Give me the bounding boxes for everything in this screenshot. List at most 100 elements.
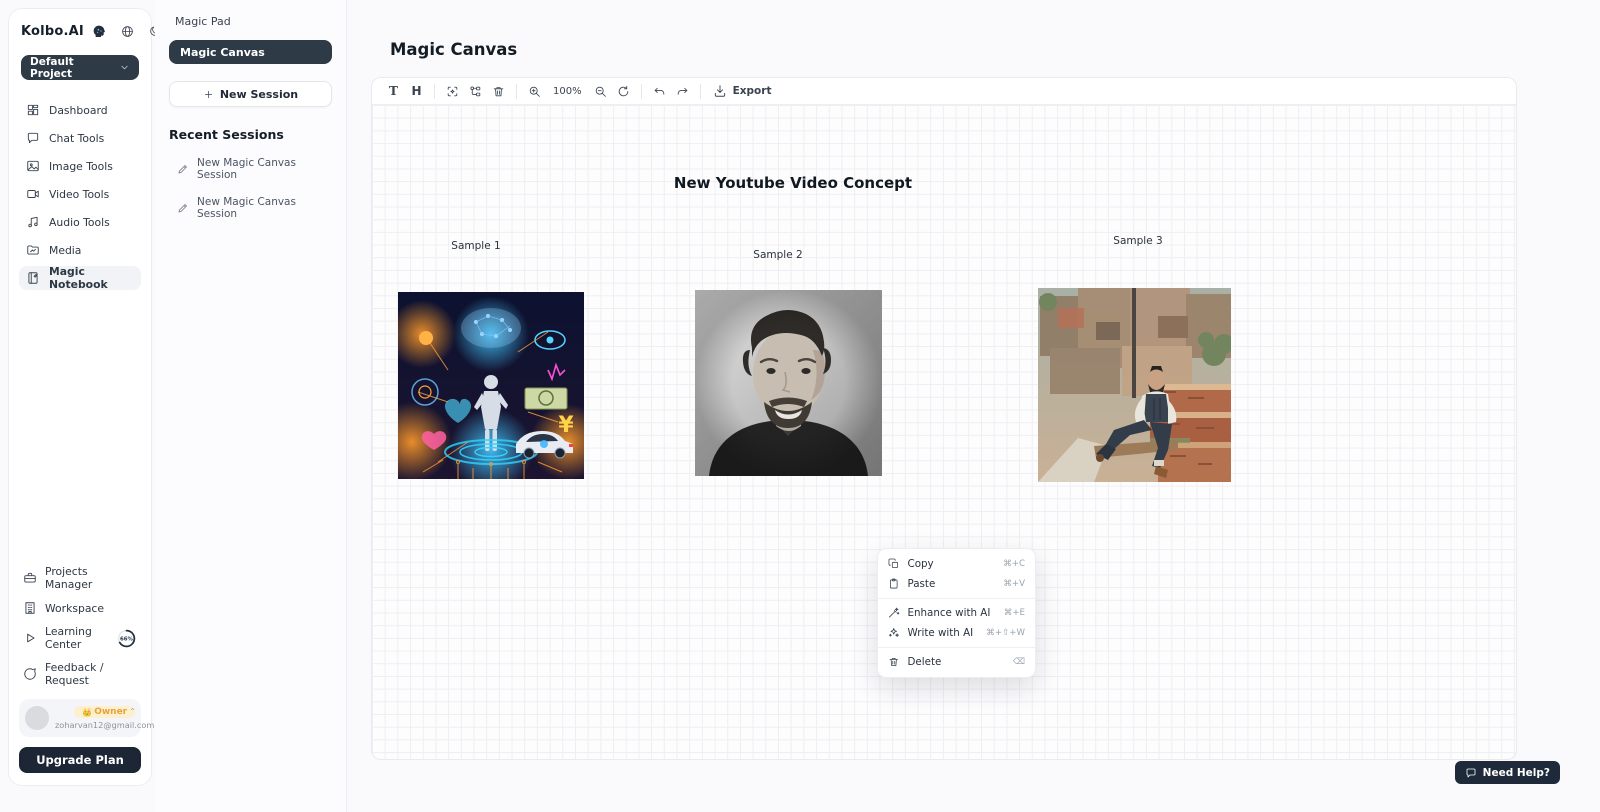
recent-session-item[interactable]: New Magic Canvas Session: [169, 157, 332, 181]
sidebar-item-media[interactable]: Media: [19, 238, 141, 262]
upgrade-plan-button[interactable]: Upgrade Plan: [19, 747, 141, 773]
chat-bubble-icon: [26, 131, 40, 145]
zoom-in-button[interactable]: [523, 81, 546, 102]
export-button[interactable]: Export: [707, 84, 778, 98]
image-icon: [26, 159, 40, 173]
sample-2-image[interactable]: [695, 290, 882, 476]
sidebar-item-learning-center[interactable]: Learning Center 66%: [19, 625, 141, 651]
svg-text:66%: 66%: [120, 636, 134, 642]
reset-view-button[interactable]: [612, 81, 635, 102]
magic-pad-item[interactable]: Magic Pad: [169, 15, 332, 28]
logo-row: Kolbo.AI: [19, 23, 141, 39]
magic-canvas-item-selected[interactable]: Magic Canvas: [169, 40, 332, 64]
music-note-icon: [26, 215, 40, 229]
chevron-down-icon: [119, 62, 130, 73]
user-email: zoharvan12@gmail.com: [55, 720, 154, 730]
footer-item-label: Workspace: [45, 602, 104, 615]
sidebar-item-label: Media: [49, 244, 81, 257]
video-camera-icon: [26, 187, 40, 201]
canvas-toolbar: T H 100%: [372, 78, 1516, 105]
context-menu-divider: [878, 647, 1035, 648]
sample-3-label[interactable]: Sample 3: [1113, 235, 1162, 247]
crown-icon: 👑: [82, 708, 92, 717]
brand-logo: Kolbo.AI: [21, 24, 84, 39]
sidebar-item-label: Image Tools: [49, 160, 113, 173]
shortcut-hint: ⌫: [1013, 657, 1025, 667]
context-menu-item-write-with-ai[interactable]: Write with AI ⌘+⇧+W: [878, 623, 1035, 643]
project-selector-label: Default Project: [30, 56, 119, 80]
trash-icon: [888, 656, 900, 668]
zoom-out-button[interactable]: [589, 81, 612, 102]
toolbar-divider: [516, 84, 517, 99]
sidebar-item-dashboard[interactable]: Dashboard: [19, 98, 141, 122]
workflow-nodes-icon: [469, 85, 482, 98]
context-menu-item-enhance-with-ai[interactable]: Enhance with AI ⌘+E: [878, 603, 1035, 623]
sidebar-item-workspace[interactable]: Workspace: [19, 601, 141, 615]
sample-3-image[interactable]: [1038, 288, 1231, 482]
undo-button[interactable]: [648, 81, 671, 102]
sidebar-item-label: Audio Tools: [49, 216, 110, 229]
rotate-refresh-icon: [617, 85, 630, 98]
sessions-panel: Magic Pad Magic Canvas New Session Recen…: [155, 0, 347, 812]
sidebar-nav: Dashboard Chat Tools Image Tools Video T…: [19, 98, 141, 290]
plus-icon: [203, 89, 214, 100]
shortcut-hint: ⌘+E: [1004, 608, 1025, 618]
ai-select-tool-button[interactable]: [441, 81, 464, 102]
zoom-level-value: 100%: [553, 86, 582, 97]
footer-item-label: Projects Manager: [45, 565, 137, 591]
sidebar-item-chat-tools[interactable]: Chat Tools: [19, 126, 141, 150]
context-menu-item-delete[interactable]: Delete ⌫: [878, 652, 1035, 672]
zoom-in-icon: [528, 85, 541, 98]
feedback-chat-icon: [23, 667, 37, 681]
sidebar-item-projects-manager[interactable]: Projects Manager: [19, 565, 141, 591]
redo-icon: [676, 85, 689, 98]
dashboard-grid-icon: [26, 103, 40, 117]
toolbar-divider: [434, 84, 435, 99]
sidebar-item-image-tools[interactable]: Image Tools: [19, 154, 141, 178]
new-session-button[interactable]: New Session: [169, 81, 332, 107]
context-menu-item-copy[interactable]: Copy ⌘+C: [878, 554, 1035, 574]
flow-connector-tool-button[interactable]: [464, 81, 487, 102]
footer-item-label: Feedback / Request: [45, 661, 137, 687]
sidebar-item-label: Magic Notebook: [49, 265, 134, 291]
canvas-heading-text[interactable]: New Youtube Video Concept: [372, 174, 1214, 192]
play-icon: [23, 631, 37, 645]
sample-1-image[interactable]: ¥: [398, 292, 584, 479]
sidebar-item-audio-tools[interactable]: Audio Tools: [19, 210, 141, 234]
magic-wand-icon: [888, 607, 900, 619]
shortcut-hint: ⌘+⇧+W: [986, 628, 1025, 638]
sidebar-item-feedback[interactable]: Feedback / Request: [19, 661, 141, 687]
magic-canvas-surface[interactable]: New Youtube Video Concept Sample 1 Sampl…: [372, 105, 1516, 760]
ai-head-logo-icon: [91, 23, 107, 39]
toolbar-divider: [700, 84, 701, 99]
context-menu-item-paste[interactable]: Paste ⌘+V: [878, 574, 1035, 594]
main-area: Magic Canvas T H 100%: [347, 0, 1600, 812]
sidebar-item-label: Dashboard: [49, 104, 108, 117]
project-selector[interactable]: Default Project: [21, 55, 139, 80]
expand-caret-icon: ⌃: [129, 707, 136, 716]
recent-session-item[interactable]: New Magic Canvas Session: [169, 196, 332, 220]
download-icon: [713, 84, 727, 98]
ai-scan-icon: [446, 85, 459, 98]
zoom-out-icon: [594, 85, 607, 98]
shortcut-hint: ⌘+C: [1003, 559, 1025, 569]
heading-tool-button[interactable]: H: [405, 81, 428, 102]
copy-icon: [888, 558, 900, 570]
sample-1-label[interactable]: Sample 1: [451, 240, 500, 252]
sample-2-label[interactable]: Sample 2: [753, 249, 802, 261]
sidebar-item-magic-notebook[interactable]: Magic Notebook: [19, 266, 141, 290]
need-help-button[interactable]: Need Help?: [1455, 761, 1560, 784]
sidebar: Kolbo.AI Default Project Dashboard Chat …: [8, 8, 152, 786]
text-tool-button[interactable]: T: [382, 81, 405, 102]
user-avatar: [25, 706, 49, 730]
svg-text:¥: ¥: [558, 413, 574, 438]
footer-item-label: Learning Center: [45, 625, 107, 651]
language-globe-icon[interactable]: [121, 25, 134, 38]
delete-tool-button[interactable]: [487, 81, 510, 102]
trash-icon: [492, 85, 505, 98]
building-icon: [23, 601, 37, 615]
redo-button[interactable]: [671, 81, 694, 102]
user-account-card[interactable]: 👑 Owner zoharvan12@gmail.com ⌃: [19, 699, 141, 737]
briefcase-icon: [23, 571, 37, 585]
sidebar-item-video-tools[interactable]: Video Tools: [19, 182, 141, 206]
